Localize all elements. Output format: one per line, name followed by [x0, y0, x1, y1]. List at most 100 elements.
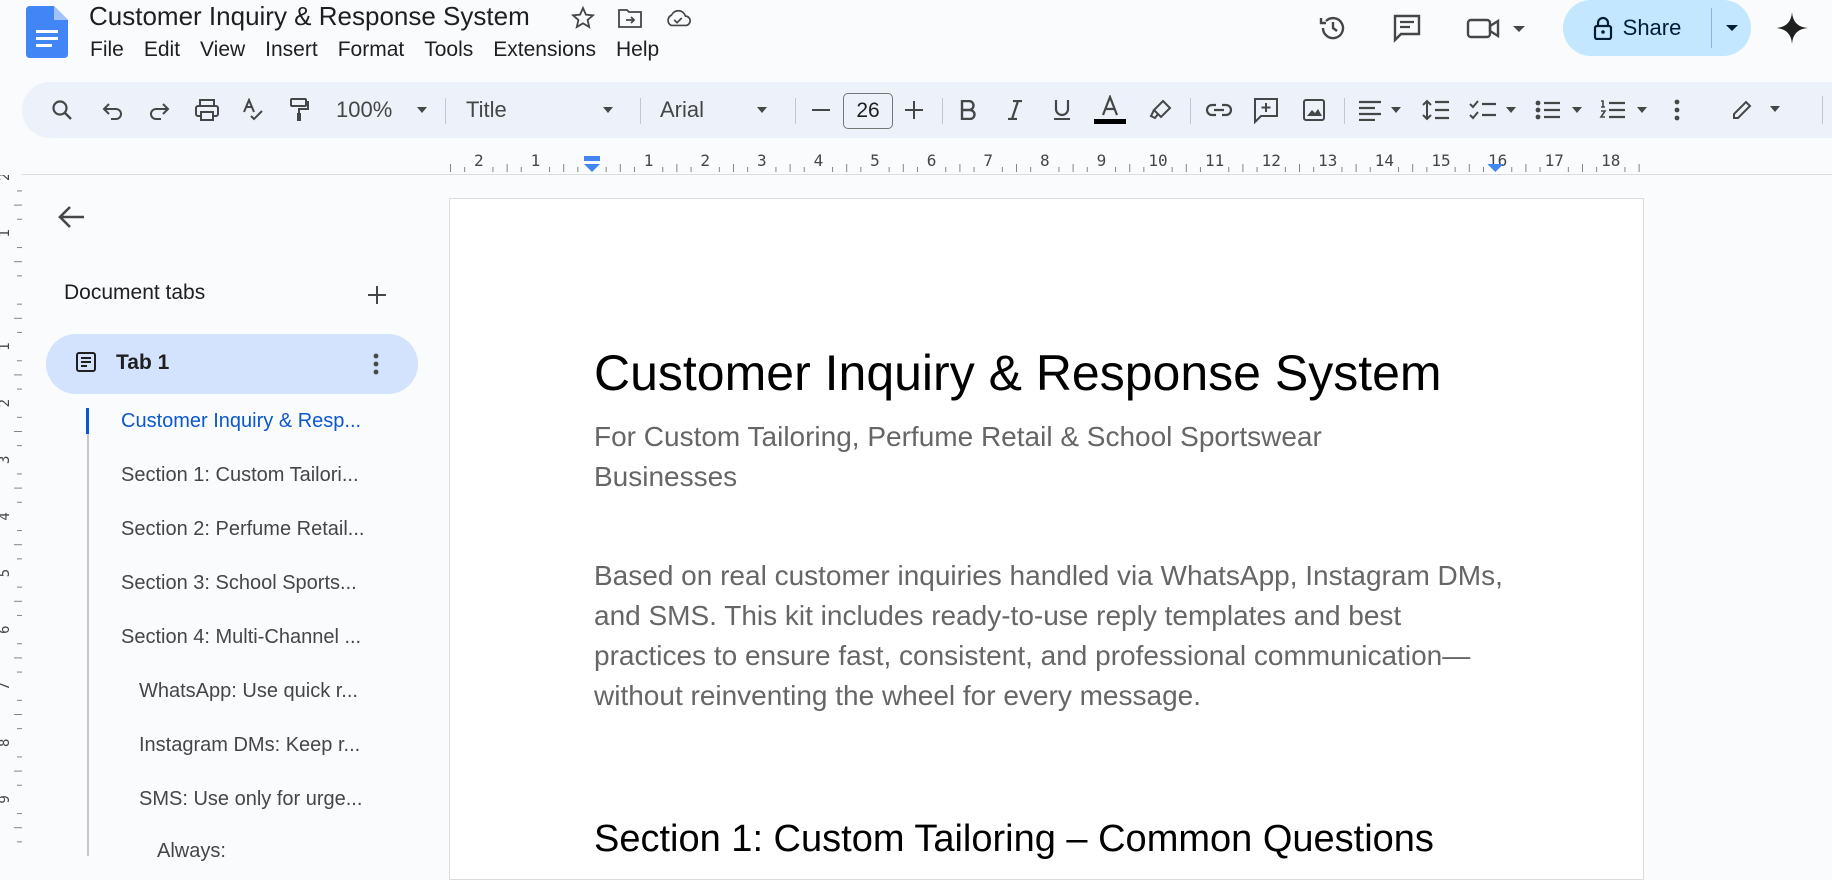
- tab-more-options-icon[interactable]: [362, 350, 390, 378]
- version-history-icon[interactable]: [1313, 8, 1353, 48]
- more-options-icon[interactable]: [1662, 88, 1692, 132]
- increase-font-size-button[interactable]: [898, 88, 930, 132]
- menu-format[interactable]: Format: [328, 36, 415, 64]
- docs-logo-icon[interactable]: [26, 6, 68, 58]
- insert-image-button[interactable]: [1296, 88, 1332, 132]
- menu-help[interactable]: Help: [606, 36, 669, 64]
- menu-tools[interactable]: Tools: [414, 36, 483, 64]
- outline-item-whatsapp[interactable]: WhatsApp: Use quick r...: [139, 680, 358, 703]
- horizontal-ruler[interactable]: 2 1 1 2 3 4 5 6 7 8 9 10 11 12 13 14 15 16 17 18: [449, 148, 1642, 174]
- italic-button[interactable]: [999, 88, 1031, 132]
- cloud-saved-icon[interactable]: [664, 4, 692, 32]
- menu-view[interactable]: View: [190, 36, 255, 64]
- caret-down-icon: [603, 107, 613, 113]
- toolbar-separator: [640, 98, 641, 124]
- redo-icon[interactable]: [142, 88, 176, 132]
- outline-item-instagram[interactable]: Instagram DMs: Keep r...: [139, 734, 360, 757]
- toolbar-separator: [942, 98, 943, 124]
- outline-item-section-2[interactable]: Section 2: Perfume Retail...: [121, 518, 364, 541]
- menu-edit[interactable]: Edit: [134, 36, 190, 64]
- ruler-label: 9: [0, 795, 13, 803]
- ruler-label: 9: [1097, 151, 1107, 170]
- paint-format-icon[interactable]: [282, 88, 316, 132]
- add-tab-icon[interactable]: [360, 278, 394, 312]
- toolbar-separator: [795, 98, 796, 124]
- minus-icon: [812, 109, 830, 111]
- print-icon[interactable]: [189, 88, 225, 132]
- outline-item-sms[interactable]: SMS: Use only for urge...: [139, 788, 362, 811]
- ruler-label: 7: [0, 682, 13, 690]
- caret-down-icon: [757, 107, 767, 113]
- outline-guide-line: [87, 408, 89, 856]
- ruler-label: 18: [1601, 151, 1620, 170]
- bold-button[interactable]: [952, 88, 984, 132]
- caret-down-icon: [1725, 25, 1738, 31]
- text-color-button[interactable]: [1092, 88, 1128, 132]
- caret-down-icon: [417, 107, 427, 113]
- line-spacing-icon: [1422, 99, 1449, 121]
- checklist-select[interactable]: [1466, 88, 1520, 132]
- pencil-icon: [1733, 100, 1780, 119]
- document-heading-title[interactable]: Customer Inquiry & Response System: [594, 344, 1442, 402]
- menu-extensions[interactable]: Extensions: [483, 36, 606, 64]
- document-page[interactable]: [449, 198, 1644, 880]
- checklist-icon: [1469, 100, 1516, 120]
- document-subtitle[interactable]: For Custom Tailoring, Perfume Retail & S…: [594, 417, 1434, 497]
- add-comment-button[interactable]: [1248, 88, 1284, 132]
- outline-item-section-4[interactable]: Section 4: Multi-Channel ...: [121, 626, 361, 649]
- ruler-divider: [22, 174, 1832, 175]
- tab-label: Tab 1: [116, 351, 170, 374]
- ruler-label: 2: [0, 175, 13, 181]
- undo-icon[interactable]: [96, 88, 130, 132]
- underline-button[interactable]: [1046, 88, 1078, 132]
- move-folder-icon[interactable]: [616, 4, 644, 32]
- back-arrow-icon[interactable]: [54, 199, 90, 235]
- document-heading-section-1[interactable]: Section 1: Custom Tailoring – Common Que…: [594, 818, 1434, 861]
- menu-insert[interactable]: Insert: [255, 36, 328, 64]
- font-size-input[interactable]: 26: [843, 93, 893, 129]
- outline-item-title[interactable]: Customer Inquiry & Resp...: [121, 410, 361, 433]
- share-button[interactable]: Share: [1563, 0, 1711, 56]
- highlight-color-button[interactable]: [1144, 88, 1178, 132]
- vertical-ruler[interactable]: 2 1 1 2 3 4 5 6 7 8 9: [0, 175, 22, 856]
- left-indent-marker[interactable]: [584, 164, 600, 172]
- zoom-select[interactable]: 100%: [330, 88, 434, 132]
- add-comment-icon: [1254, 98, 1278, 124]
- share-dropdown-button[interactable]: [1712, 0, 1751, 56]
- toolbar-separator: [1822, 96, 1823, 124]
- spellcheck-icon[interactable]: [236, 88, 270, 132]
- zoom-value: 100%: [336, 97, 393, 122]
- outline-item-section-1[interactable]: Section 1: Custom Tailori...: [121, 464, 359, 487]
- search-icon[interactable]: [44, 88, 80, 132]
- numbered-list-select[interactable]: [1597, 88, 1651, 132]
- first-line-indent-marker[interactable]: [584, 156, 600, 161]
- meet-call-icon[interactable]: [1462, 8, 1532, 48]
- toolbar-separator: [1190, 98, 1191, 124]
- ruler-label: 11: [1205, 151, 1224, 170]
- outline-item-section-3[interactable]: Section 3: School Sports...: [121, 572, 357, 595]
- line-spacing-button[interactable]: [1418, 88, 1454, 132]
- link-icon: [1205, 103, 1233, 117]
- document-title[interactable]: Customer Inquiry & Response System: [89, 0, 530, 32]
- ruler-label: 1: [531, 151, 541, 170]
- star-icon[interactable]: [569, 4, 597, 32]
- toolbar-separator: [445, 98, 446, 124]
- align-left-icon: [1359, 100, 1401, 121]
- decrease-font-size-button[interactable]: [805, 88, 837, 132]
- outline-item-always[interactable]: Always:: [157, 840, 226, 863]
- style-value: Title: [466, 97, 507, 122]
- ruler-label: 12: [1262, 151, 1281, 170]
- ruler-label: 4: [814, 151, 824, 170]
- editing-mode-select[interactable]: [1728, 88, 1788, 132]
- font-select[interactable]: Arial: [652, 88, 778, 132]
- align-select[interactable]: [1354, 88, 1406, 132]
- document-intro-paragraph[interactable]: Based on real customer inquiries handled…: [594, 556, 1504, 716]
- menu-file[interactable]: File: [80, 36, 134, 64]
- document-tabs-heading: Document tabs: [64, 281, 206, 304]
- insert-link-button[interactable]: [1201, 88, 1237, 132]
- comments-icon[interactable]: [1387, 8, 1427, 48]
- ruler-label: 8: [0, 739, 13, 747]
- gemini-spark-icon[interactable]: [1770, 8, 1814, 48]
- style-select[interactable]: Title: [456, 88, 624, 132]
- bulleted-list-select[interactable]: [1532, 88, 1586, 132]
